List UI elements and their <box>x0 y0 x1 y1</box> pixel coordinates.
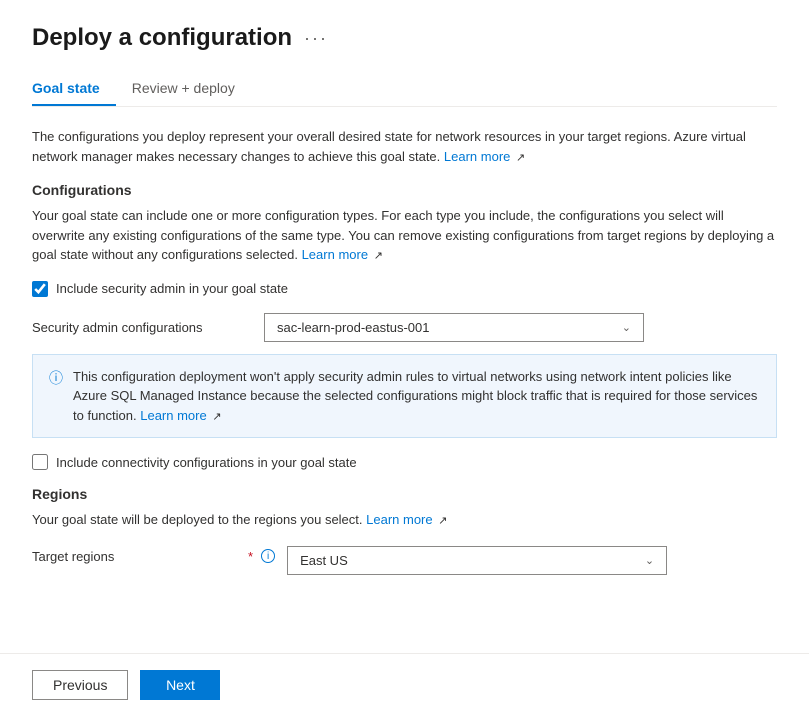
security-admin-form-row: Security admin configurations sac-learn-… <box>32 313 777 342</box>
more-options-icon[interactable]: ··· <box>304 28 328 49</box>
connectivity-checkbox[interactable] <box>32 454 48 470</box>
security-admin-checkbox[interactable] <box>32 281 48 297</box>
previous-button[interactable]: Previous <box>32 670 128 700</box>
tab-bar: Goal state Review + deploy <box>32 72 777 107</box>
security-admin-checkbox-row: Include security admin in your goal stat… <box>32 281 777 297</box>
required-indicator: * <box>248 549 253 564</box>
tab-goal-state[interactable]: Goal state <box>32 72 116 106</box>
intro-learn-more-link[interactable]: Learn more <box>444 149 510 164</box>
intro-description: The configurations you deploy represent … <box>32 127 777 166</box>
configurations-description: Your goal state can include one or more … <box>32 206 777 265</box>
info-banner: ⓘ This configuration deployment won't ap… <box>32 354 777 439</box>
connectivity-checkbox-row: Include connectivity configurations in y… <box>32 454 777 470</box>
target-regions-form-row: Target regions * i East US ⌄ <box>32 546 777 575</box>
footer: Previous Next <box>0 653 809 716</box>
target-regions-info-icon[interactable]: i <box>261 549 275 563</box>
next-button[interactable]: Next <box>140 670 220 700</box>
info-circle-icon: ⓘ <box>49 368 63 426</box>
target-regions-label: Target regions <box>32 549 242 564</box>
dropdown-chevron-icon: ⌄ <box>622 321 631 334</box>
configurations-section: Configurations Your goal state can inclu… <box>32 182 777 470</box>
target-regions-chevron-icon: ⌄ <box>645 554 654 567</box>
target-regions-value: East US <box>300 553 348 568</box>
target-regions-dropdown[interactable]: East US ⌄ <box>287 546 667 575</box>
security-admin-label: Security admin configurations <box>32 320 252 335</box>
external-link-icon: ↗ <box>516 152 525 164</box>
regions-title: Regions <box>32 486 777 502</box>
regions-description: Your goal state will be deployed to the … <box>32 510 777 530</box>
configurations-learn-more-link[interactable]: Learn more <box>302 247 368 262</box>
info-banner-text: This configuration deployment won't appl… <box>73 367 760 426</box>
connectivity-checkbox-label: Include connectivity configurations in y… <box>56 455 357 470</box>
security-admin-dropdown[interactable]: sac-learn-prod-eastus-001 ⌄ <box>264 313 644 342</box>
regions-learn-more-link[interactable]: Learn more <box>366 512 432 527</box>
regions-external-icon: ↗ <box>438 515 447 527</box>
info-banner-learn-more-link[interactable]: Learn more <box>140 408 206 423</box>
security-admin-checkbox-label: Include security admin in your goal stat… <box>56 281 288 296</box>
security-admin-dropdown-value: sac-learn-prod-eastus-001 <box>277 320 429 335</box>
tab-review-deploy[interactable]: Review + deploy <box>132 72 251 106</box>
page-header: Deploy a configuration ··· <box>32 24 777 52</box>
page-title: Deploy a configuration <box>32 24 292 52</box>
info-banner-external-icon: ↗ <box>212 411 221 423</box>
configurations-title: Configurations <box>32 182 777 198</box>
configurations-external-icon: ↗ <box>374 250 383 262</box>
regions-section: Regions Your goal state will be deployed… <box>32 486 777 575</box>
